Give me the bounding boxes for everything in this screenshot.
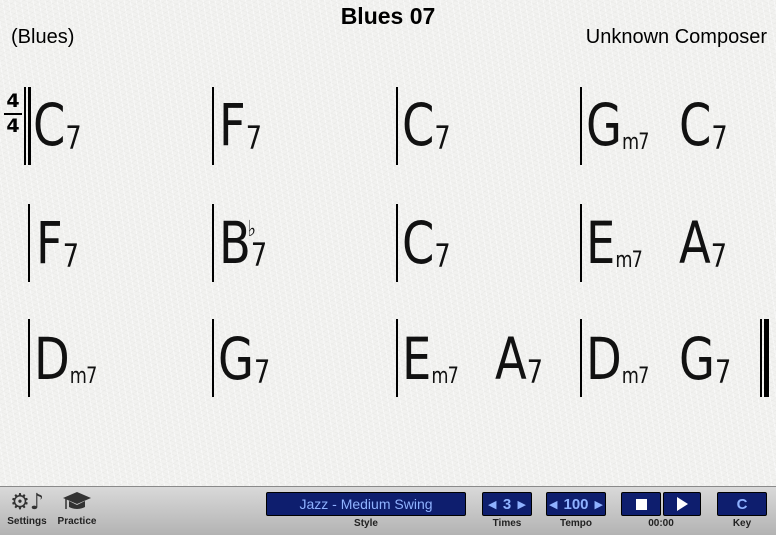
tempo-label: Tempo <box>559 518 593 529</box>
time-signature-top: 4 <box>6 90 20 112</box>
times-stepper[interactable]: ◀ 3 ▶ <box>482 492 532 516</box>
barline <box>580 319 582 397</box>
style-label: Style <box>354 518 378 529</box>
chord[interactable]: Dm7 <box>586 330 649 388</box>
tempo-increment-button[interactable]: ▶ <box>593 498 605 511</box>
tempo-stepper[interactable]: ◀ 100 ▶ <box>546 492 606 516</box>
style-value: Jazz - Medium Swing <box>299 496 433 512</box>
key-value: C <box>736 495 748 513</box>
barline <box>396 204 398 282</box>
barline <box>396 319 398 397</box>
barline <box>28 319 30 397</box>
play-icon <box>676 497 688 511</box>
tempo-value: 100 <box>563 495 589 513</box>
chord[interactable]: C7 <box>33 96 82 154</box>
elapsed-time: 00:00 <box>648 518 674 529</box>
barline <box>580 204 582 282</box>
settings-button[interactable]: ⚙♪ Settings <box>1 490 53 527</box>
barline <box>212 87 214 165</box>
double-barline-start <box>24 87 26 165</box>
gear-music-icon: ⚙♪ <box>10 490 44 515</box>
chord[interactable]: Dm7 <box>34 330 97 388</box>
chord[interactable]: G7 <box>218 330 270 388</box>
double-barline-start <box>28 87 31 165</box>
chord[interactable]: B♭7 <box>219 214 267 272</box>
chord[interactable]: C7 <box>402 96 451 154</box>
barline <box>212 204 214 282</box>
times-decrement-button[interactable]: ◀ <box>483 498 501 511</box>
stop-icon <box>635 498 647 510</box>
chord[interactable]: A7 <box>495 330 543 388</box>
tempo-decrement-button[interactable]: ◀ <box>547 498 559 511</box>
times-label: Times <box>492 518 522 529</box>
barline <box>212 319 214 397</box>
barline <box>28 204 30 282</box>
times-increment-button[interactable]: ▶ <box>513 498 531 511</box>
chord[interactable]: F7 <box>219 96 262 154</box>
key-selector[interactable]: C <box>717 492 767 516</box>
chord[interactable]: G7 <box>679 330 731 388</box>
lead-sheet: Blues 07 (Blues) Unknown Composer 4 4 C7… <box>0 0 776 486</box>
stop-button[interactable] <box>621 492 661 516</box>
final-barline <box>760 319 762 397</box>
chord[interactable]: C7 <box>402 214 451 272</box>
chord[interactable]: Em7 <box>402 330 459 388</box>
song-composer: Unknown Composer <box>585 26 767 48</box>
final-barline <box>764 319 769 397</box>
bottom-toolbar: ⚙♪ Settings Practice Jazz - Medium Swing… <box>0 486 776 535</box>
chord[interactable]: F7 <box>36 214 79 272</box>
song-style: (Blues) <box>11 26 75 48</box>
chord[interactable]: Gm7 <box>586 96 650 154</box>
practice-button[interactable]: Practice <box>51 490 103 527</box>
barline <box>580 87 582 165</box>
time-signature-bottom: 4 <box>6 115 20 137</box>
times-value: 3 <box>502 495 512 513</box>
key-label: Key <box>732 518 752 529</box>
play-button[interactable] <box>663 492 701 516</box>
time-signature: 4 4 <box>3 92 23 136</box>
style-selector[interactable]: Jazz - Medium Swing <box>266 492 466 516</box>
chord[interactable]: A7 <box>679 214 727 272</box>
barline <box>396 87 398 165</box>
graduation-cap-icon <box>51 490 103 516</box>
chord[interactable]: C7 <box>679 96 728 154</box>
chord[interactable]: Em7 <box>586 214 643 272</box>
